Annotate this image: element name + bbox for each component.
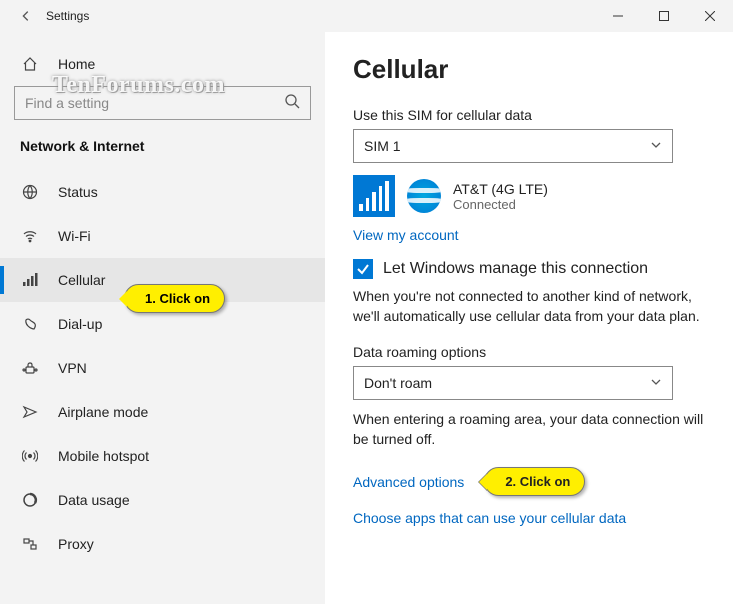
nav-proxy[interactable]: Proxy bbox=[0, 522, 325, 566]
home-icon bbox=[20, 56, 40, 72]
carrier-name: AT&T (4G LTE) bbox=[453, 181, 548, 197]
roaming-desc: When entering a roaming area, your data … bbox=[353, 410, 705, 449]
att-logo-icon bbox=[407, 179, 441, 213]
checkbox-desc: When you're not connected to another kin… bbox=[353, 287, 705, 326]
minimize-button[interactable] bbox=[595, 0, 641, 32]
data-usage-icon bbox=[20, 492, 40, 508]
section-heading: Network & Internet bbox=[0, 134, 325, 170]
choose-apps-link[interactable]: Choose apps that can use your cellular d… bbox=[353, 510, 626, 526]
roaming-value: Don't roam bbox=[364, 375, 432, 391]
nav-label: VPN bbox=[58, 360, 87, 376]
search-icon bbox=[284, 93, 300, 114]
manage-connection-checkbox[interactable]: Let Windows manage this connection bbox=[353, 259, 705, 279]
chevron-down-icon bbox=[650, 138, 662, 154]
hotspot-icon bbox=[20, 448, 40, 464]
sidebar: Home Network & Internet Status Wi-Fi bbox=[0, 32, 325, 604]
window-controls bbox=[595, 0, 733, 32]
roaming-select[interactable]: Don't roam bbox=[353, 366, 673, 400]
window-title: Settings bbox=[40, 9, 595, 23]
nav-hotspot[interactable]: Mobile hotspot bbox=[0, 434, 325, 478]
sim-select[interactable]: SIM 1 bbox=[353, 129, 673, 163]
nav-airplane[interactable]: Airplane mode bbox=[0, 390, 325, 434]
checkbox-label: Let Windows manage this connection bbox=[383, 260, 648, 278]
carrier-row: AT&T (4G LTE) Connected bbox=[353, 175, 705, 217]
carrier-status: Connected bbox=[453, 197, 548, 212]
nav-label: Airplane mode bbox=[58, 404, 148, 420]
status-icon bbox=[20, 184, 40, 200]
nav-data-usage[interactable]: Data usage bbox=[0, 478, 325, 522]
cellular-icon bbox=[20, 272, 40, 288]
roaming-label: Data roaming options bbox=[353, 344, 705, 360]
checkbox-checked-icon bbox=[353, 259, 373, 279]
dialup-icon bbox=[20, 316, 40, 332]
nav-status[interactable]: Status bbox=[0, 170, 325, 214]
nav-label: Wi-Fi bbox=[58, 228, 91, 244]
nav-vpn[interactable]: VPN bbox=[0, 346, 325, 390]
wifi-icon bbox=[20, 228, 40, 244]
search-input-wrap[interactable] bbox=[14, 86, 311, 120]
titlebar: Settings bbox=[0, 0, 733, 32]
nav-list: Status Wi-Fi Cellular Dial-up VPN Airpla… bbox=[0, 170, 325, 566]
nav-label: Mobile hotspot bbox=[58, 448, 149, 464]
maximize-button[interactable] bbox=[641, 0, 687, 32]
sim-label: Use this SIM for cellular data bbox=[353, 107, 705, 123]
close-button[interactable] bbox=[687, 0, 733, 32]
advanced-options-link[interactable]: Advanced options bbox=[353, 474, 464, 490]
nav-label: Status bbox=[58, 184, 98, 200]
nav-label: Proxy bbox=[58, 536, 94, 552]
signal-icon bbox=[353, 175, 395, 217]
main-content: Cellular Use this SIM for cellular data … bbox=[325, 32, 733, 604]
home-label: Home bbox=[58, 56, 95, 72]
chevron-down-icon bbox=[650, 375, 662, 391]
proxy-icon bbox=[20, 536, 40, 552]
sim-value: SIM 1 bbox=[364, 138, 401, 154]
nav-label: Dial-up bbox=[58, 316, 102, 332]
callout-2: 2. Click on bbox=[484, 467, 585, 496]
airplane-icon bbox=[20, 404, 40, 420]
home-nav[interactable]: Home bbox=[0, 48, 325, 80]
back-button[interactable] bbox=[12, 9, 40, 23]
page-heading: Cellular bbox=[353, 54, 705, 85]
vpn-icon bbox=[20, 360, 40, 376]
nav-label: Data usage bbox=[58, 492, 130, 508]
search-input[interactable] bbox=[25, 95, 284, 111]
view-account-link[interactable]: View my account bbox=[353, 227, 459, 243]
callout-1: 1. Click on bbox=[124, 284, 225, 313]
nav-label: Cellular bbox=[58, 272, 105, 288]
nav-wifi[interactable]: Wi-Fi bbox=[0, 214, 325, 258]
